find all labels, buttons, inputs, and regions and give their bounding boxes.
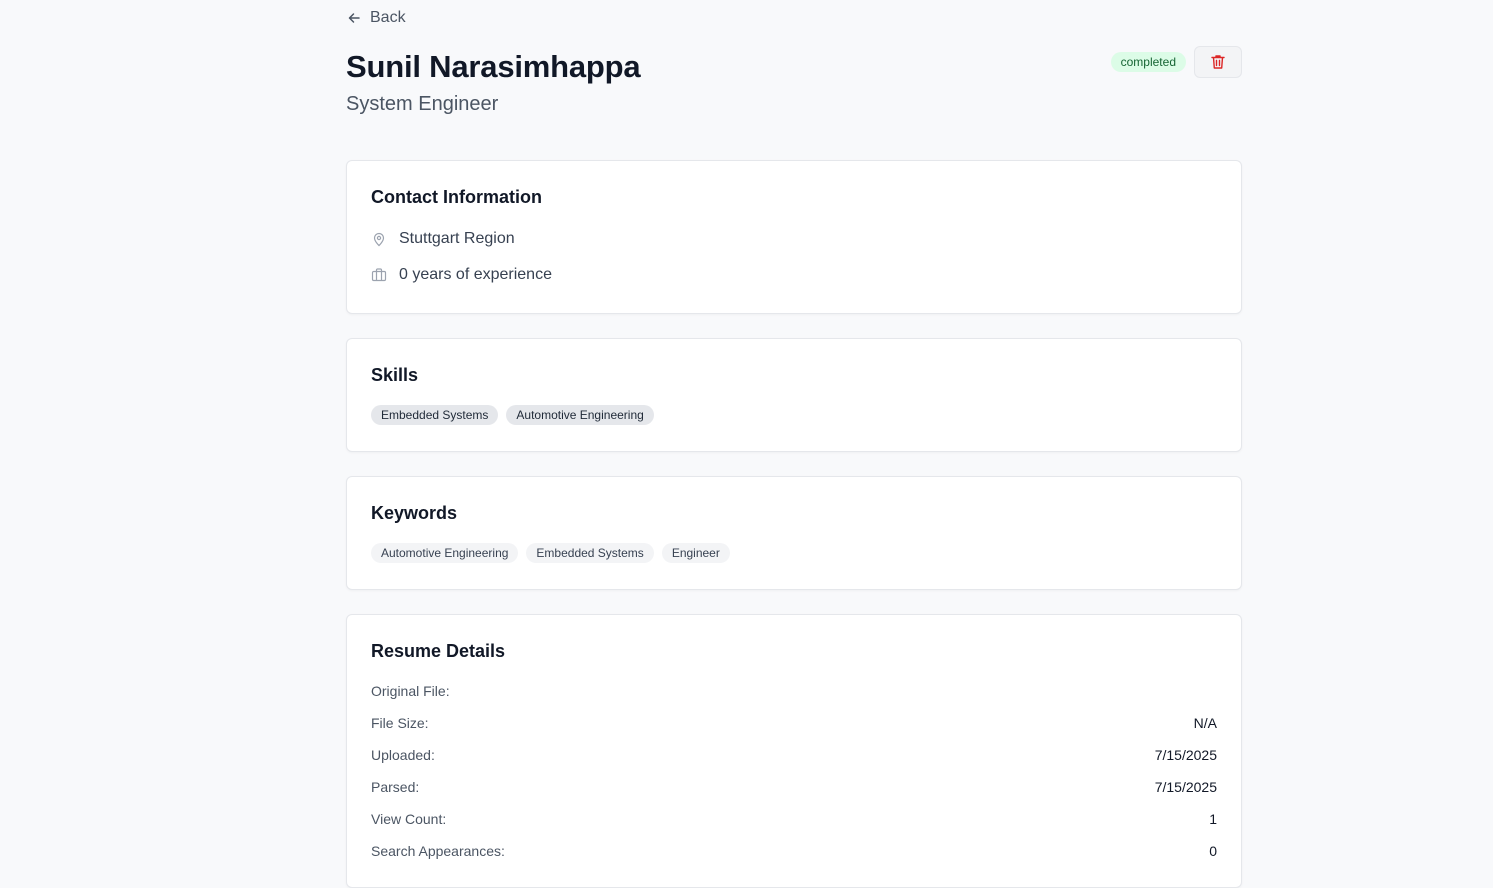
detail-row-original-file: Original File: [371, 683, 1217, 699]
header-actions: completed [1110, 45, 1242, 78]
location-text: Stuttgart Region [399, 229, 515, 247]
trash-icon [1211, 54, 1225, 69]
candidate-detail-page: Back Sunil Narasimhappa System Engineer … [346, 0, 1242, 888]
skill-tag: Embedded Systems [371, 404, 499, 425]
detail-row-file-size: File Size: N/A [371, 715, 1217, 731]
detail-row-parsed: Parsed: 7/15/2025 [371, 779, 1217, 795]
map-pin-icon [373, 232, 385, 246]
briefcase-icon [371, 267, 387, 281]
experience-row: 0 years of experience [371, 265, 1217, 285]
location-row: Stuttgart Region [371, 229, 1217, 249]
experience-text: 0 years of experience [399, 265, 552, 283]
detail-label: Parsed: [371, 778, 420, 795]
skills-title: Skills [371, 364, 419, 385]
detail-value: 7/15/2025 [1154, 778, 1217, 795]
detail-row-search-appearances: Search Appearances: 0 [371, 843, 1217, 859]
resume-details-title: Resume Details [371, 640, 506, 661]
arrow-left-icon [348, 12, 360, 23]
detail-label: Original File: [371, 682, 450, 699]
keyword-tag: Automotive Engineering [371, 542, 519, 563]
detail-value: 0 [1209, 842, 1217, 859]
keywords-list: Automotive Engineering Embedded Systems … [371, 542, 1217, 563]
keywords-card: Keywords Automotive Engineering Embedded… [346, 475, 1242, 590]
detail-label: Uploaded: [371, 746, 435, 763]
detail-value: 1 [1209, 810, 1217, 827]
contact-information-card: Contact Information Stuttgart Region 0 y… [346, 159, 1242, 314]
skills-card: Skills Embedded Systems Automotive Engin… [346, 337, 1242, 452]
keyword-tag: Engineer [661, 542, 730, 563]
detail-value: N/A [1193, 714, 1217, 731]
candidate-name: Sunil Narasimhappa [346, 48, 641, 84]
detail-label: File Size: [371, 714, 429, 731]
skills-list: Embedded Systems Automotive Engineering [371, 404, 1217, 425]
profile-header: Sunil Narasimhappa System Engineer compl… [346, 45, 1242, 135]
contact-information-title: Contact Information [371, 186, 542, 207]
detail-label: Search Appearances: [371, 842, 505, 859]
keyword-tag: Embedded Systems [526, 542, 654, 563]
delete-button[interactable] [1194, 45, 1242, 78]
status-badge: completed [1110, 51, 1186, 72]
detail-value: 7/15/2025 [1154, 746, 1217, 763]
keywords-title: Keywords [371, 502, 458, 523]
detail-row-uploaded: Uploaded: 7/15/2025 [371, 747, 1217, 763]
back-button[interactable]: Back [346, 8, 406, 27]
skill-tag: Automotive Engineering [506, 404, 654, 425]
detail-row-view-count: View Count: 1 [371, 811, 1217, 827]
detail-label: View Count: [371, 810, 447, 827]
resume-details-card: Resume Details Original File: File Size:… [346, 613, 1242, 888]
back-label: Back [370, 8, 406, 26]
candidate-role: System Engineer [346, 92, 499, 115]
